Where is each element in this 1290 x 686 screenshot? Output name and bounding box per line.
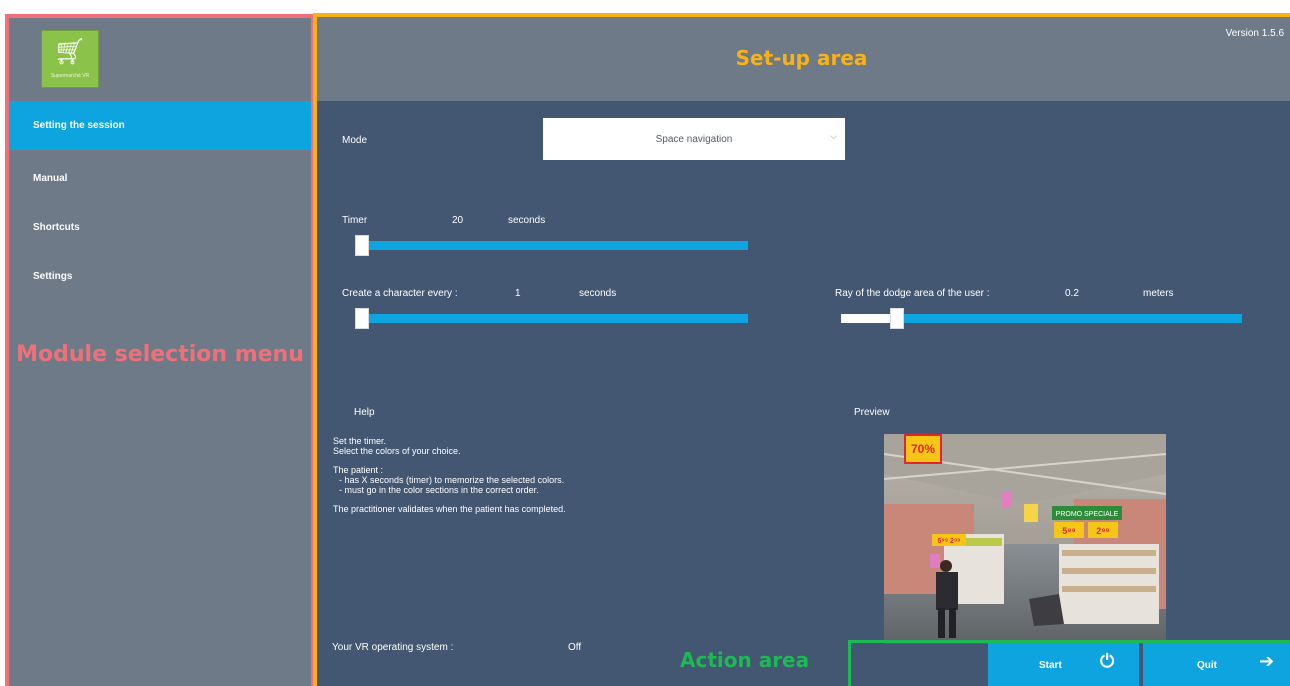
action-area-annotation: Action area <box>680 648 810 672</box>
module-selection-annotation: Module selection menu <box>16 342 304 367</box>
setup-area-frame <box>313 13 1290 686</box>
setup-area-annotation: Set-up area <box>735 46 868 70</box>
